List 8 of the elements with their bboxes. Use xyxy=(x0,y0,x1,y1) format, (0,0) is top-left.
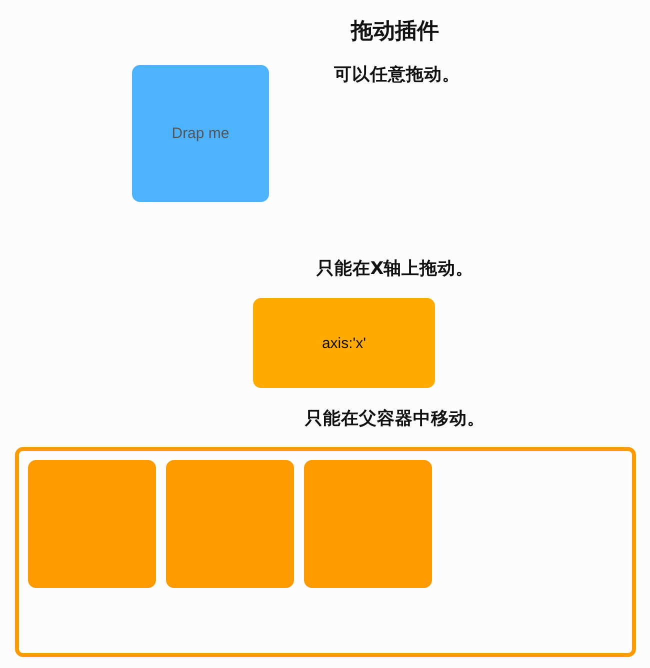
drag-square[interactable] xyxy=(28,460,156,588)
caption-text: 只能在父容器中移动。 xyxy=(304,409,486,429)
page-title: 拖动插件 xyxy=(350,18,440,45)
caption-text: 只能在X轴上拖动。 xyxy=(315,259,475,279)
axis-drag-box[interactable]: axis:'x' xyxy=(253,298,435,388)
drag-square[interactable] xyxy=(304,460,432,588)
drag-square[interactable] xyxy=(166,460,294,588)
caption-text: 可以任意拖动。 xyxy=(334,65,460,85)
